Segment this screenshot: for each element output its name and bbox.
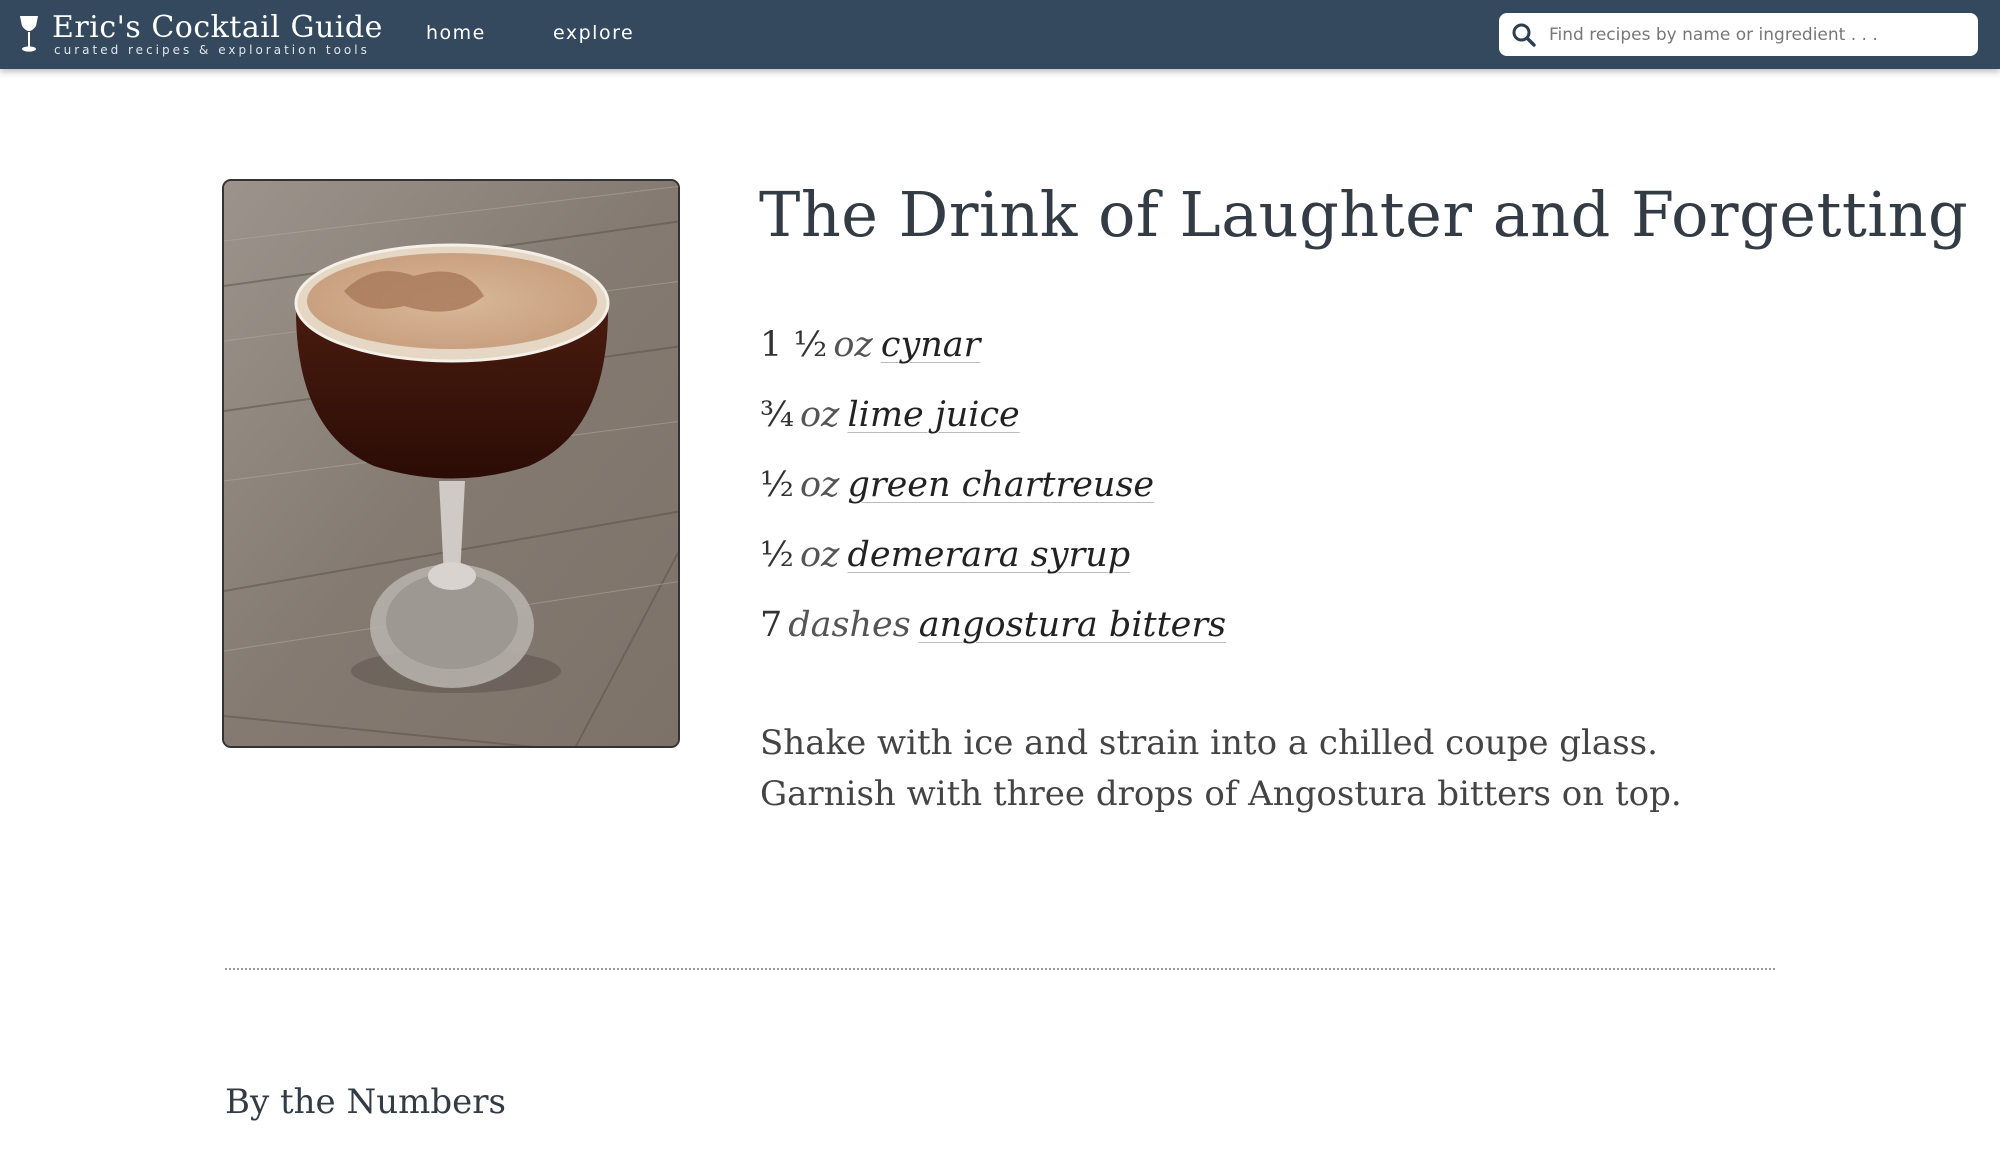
search-icon[interactable]: [1511, 22, 1537, 48]
ingredient-unit: oz: [833, 325, 873, 365]
search-input[interactable]: [1549, 13, 1969, 56]
recipe-instructions: Shake with ice and strain into a chilled…: [760, 723, 1682, 814]
ingredient-link-cynar[interactable]: cynar: [881, 325, 981, 365]
ingredient-amount: ½: [760, 535, 794, 575]
ingredient-item: ¾ oz lime juice: [760, 395, 1226, 465]
ingredient-link-angostura-bitters[interactable]: angostura bitters: [919, 605, 1226, 645]
ingredient-amount: 7: [760, 605, 783, 645]
by-the-numbers-heading: By the Numbers: [225, 1082, 506, 1122]
ingredient-unit: dashes: [788, 605, 911, 645]
ingredient-unit: oz: [799, 465, 840, 505]
ingredient-item: 1 ½ oz cynar: [760, 325, 1226, 395]
ingredient-item: 7 dashes angostura bitters: [760, 605, 1226, 675]
top-navigation-bar: Eric's Cocktail Guide curated recipes & …: [0, 0, 2000, 69]
ingredient-link-lime-juice[interactable]: lime juice: [847, 395, 1019, 435]
ingredient-item: ½ oz demerara syrup: [760, 535, 1226, 605]
ingredient-unit: oz: [799, 535, 840, 575]
cocktail-photo-illustration: [224, 181, 678, 746]
cocktail-photo: [222, 179, 680, 748]
recipe-title: The Drink of Laughter and Forgetting: [759, 178, 1969, 251]
ingredient-item: ½ oz green chartreuse: [760, 465, 1226, 535]
ingredient-unit: oz: [799, 395, 840, 435]
ingredient-list: 1 ½ oz cynar ¾ oz lime juice ½ oz green chartr…: [760, 325, 1226, 675]
section-divider: [225, 968, 1775, 970]
nav-link-home[interactable]: home: [426, 22, 486, 44]
ingredient-amount: ½: [760, 465, 794, 505]
ingredient-link-demerara-syrup[interactable]: demerara syrup: [847, 535, 1130, 575]
cocktail-glass-icon: [20, 16, 38, 52]
ingredient-amount: 1 ½: [760, 325, 828, 365]
search-box: [1499, 13, 1978, 56]
brand-tagline: curated recipes & exploration tools: [54, 43, 370, 57]
nav-link-explore[interactable]: explore: [553, 22, 634, 44]
ingredient-amount: ¾: [760, 395, 794, 435]
brand-title: Eric's Cocktail Guide: [52, 10, 383, 45]
ingredient-link-green-chartreuse[interactable]: green chartreuse: [847, 465, 1154, 505]
